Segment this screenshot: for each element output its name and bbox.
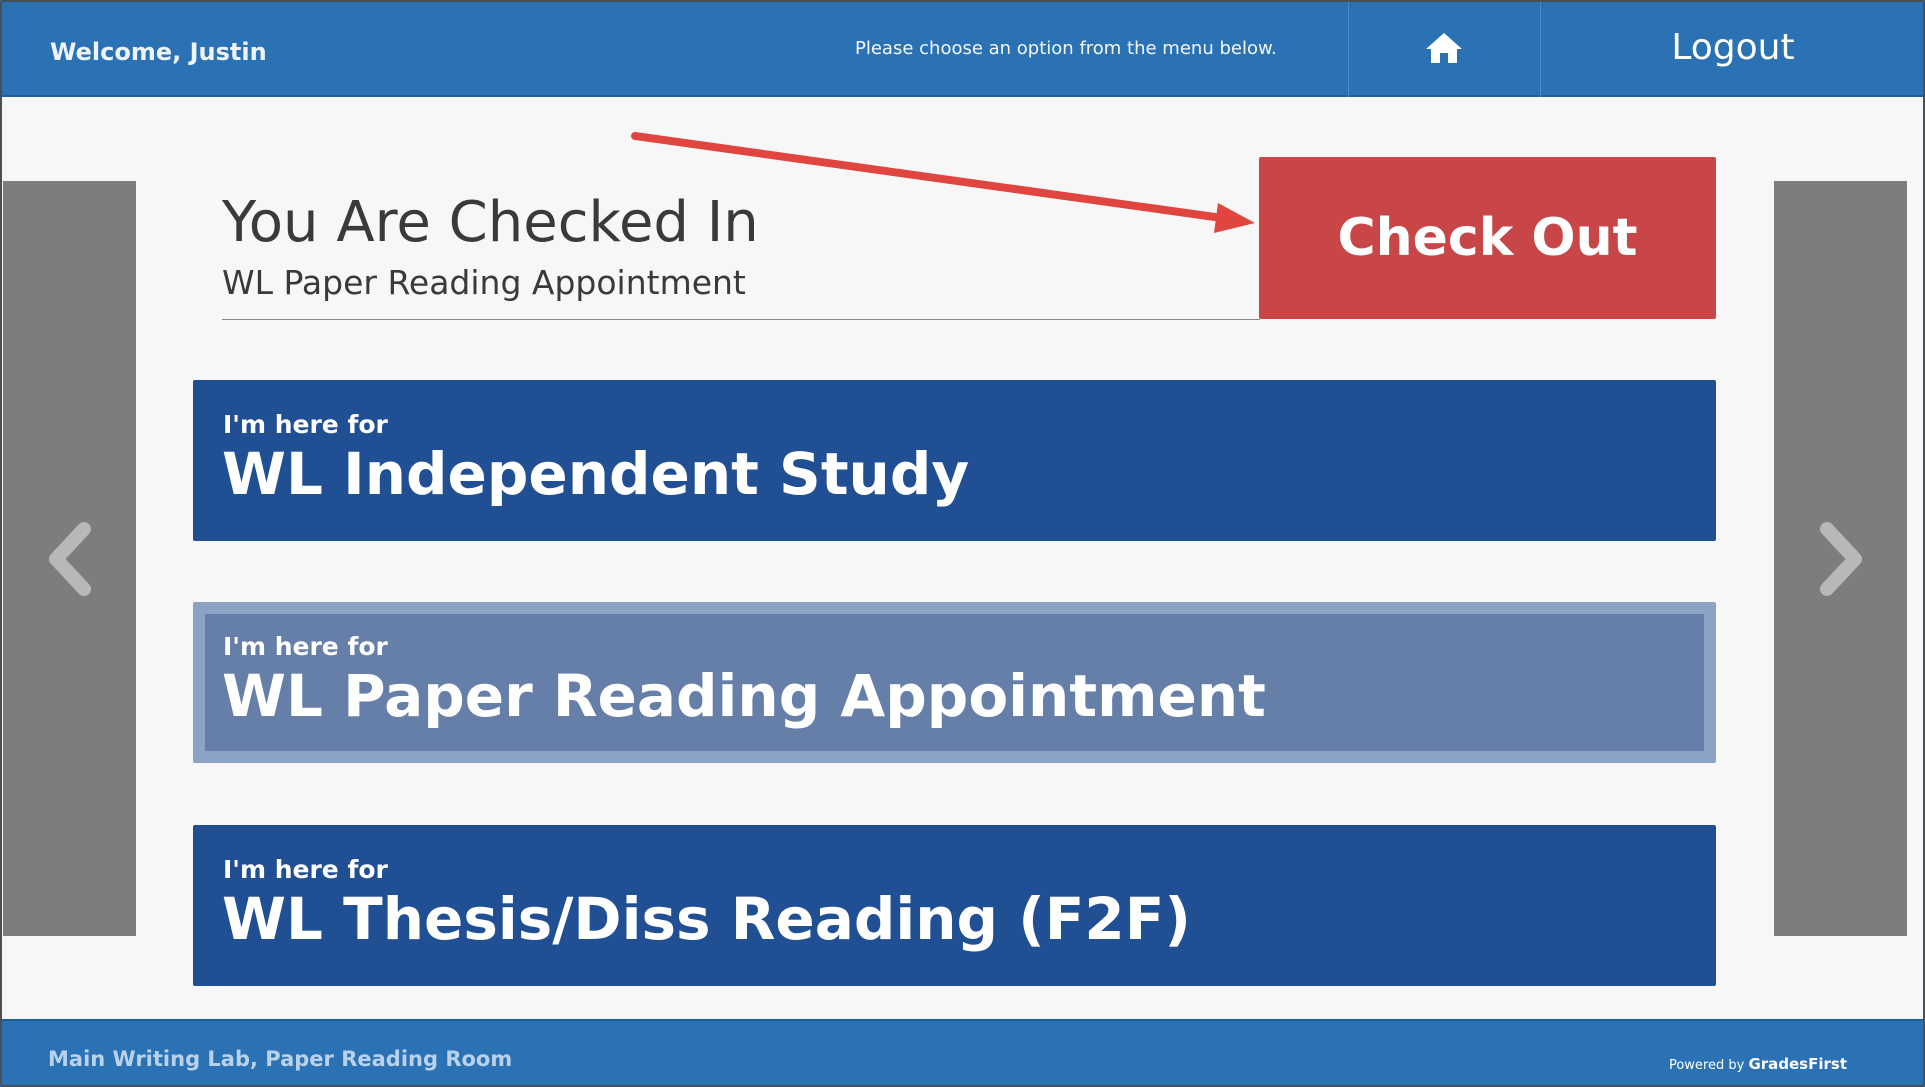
welcome-text: Welcome, Justin (50, 38, 267, 66)
option-prefix: I'm here for (223, 410, 388, 439)
chevron-right-icon (1819, 521, 1862, 596)
top-bar: Welcome, Justin Please choose an option … (0, 0, 1925, 97)
powered-by-prefix: Powered by (1668, 1058, 1745, 1073)
option-prefix: I'm here for (223, 855, 388, 884)
option-title: WL Paper Reading Appointment (222, 662, 1266, 730)
instructions-text: Please choose an option from the menu be… (855, 38, 1277, 59)
home-icon (1426, 32, 1462, 63)
status-title: You Are Checked In (222, 190, 759, 255)
powered-by-brand: GradesFirst (1748, 1055, 1847, 1073)
home-button[interactable] (1349, 0, 1539, 95)
option-thesis-diss-reading[interactable]: I'm here for WL Thesis/Diss Reading (F2F… (193, 825, 1716, 986)
checked-in-status: You Are Checked In WL Paper Reading Appo… (222, 185, 1260, 320)
powered-by: Powered by GradesFirst (1669, 1055, 1847, 1073)
option-paper-reading-appointment[interactable]: I'm here for WL Paper Reading Appointmen… (193, 602, 1716, 763)
next-page-button[interactable] (1774, 181, 1907, 936)
check-out-button[interactable]: Check Out (1259, 157, 1716, 319)
previous-page-button[interactable] (3, 181, 136, 936)
footer: Main Writing Lab, Paper Reading Room Pow… (0, 1019, 1925, 1087)
status-subtitle: WL Paper Reading Appointment (222, 263, 746, 302)
option-prefix: I'm here for (223, 632, 388, 661)
logout-button[interactable]: Logout (1541, 0, 1925, 95)
option-independent-study[interactable]: I'm here for WL Independent Study (193, 380, 1716, 541)
option-title: WL Independent Study (222, 440, 970, 508)
option-title: WL Thesis/Diss Reading (F2F) (222, 885, 1191, 953)
chevron-left-icon (48, 521, 91, 596)
location-label: Main Writing Lab, Paper Reading Room (48, 1047, 513, 1071)
